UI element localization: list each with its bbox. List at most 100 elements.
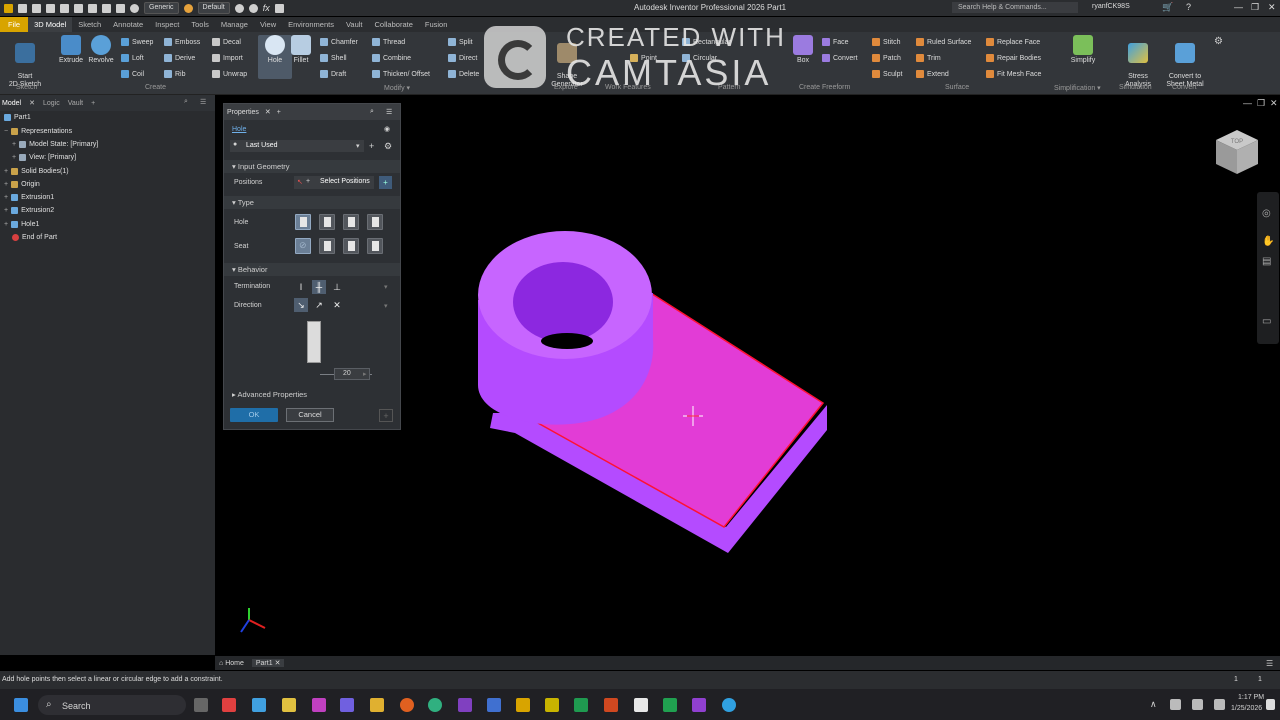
spotface-option[interactable] <box>343 238 359 254</box>
tab-manage[interactable]: Manage <box>215 17 254 32</box>
excel-icon[interactable] <box>574 698 588 712</box>
orbit-icon[interactable]: ▭ <box>1262 316 1271 327</box>
expand-icon[interactable]: + <box>4 168 8 175</box>
preset-dropdown[interactable]: ● Last Used ▾ <box>230 140 364 152</box>
tab-collaborate[interactable]: Collaborate <box>369 17 419 32</box>
convert-sheet-metal-button[interactable]: Convert to Sheet Metal <box>1163 35 1207 89</box>
properties-search-icon[interactable]: ⌕ <box>370 108 374 116</box>
simplify-button[interactable]: Simplify <box>1066 35 1100 65</box>
extrude-button[interactable]: Extrude <box>54 35 88 65</box>
section-type[interactable]: ▾ Type <box>224 196 400 209</box>
direction-default-icon[interactable]: ↘ <box>294 298 308 312</box>
close-tab-icon[interactable]: ✕ <box>275 660 281 667</box>
network-icon[interactable] <box>1214 699 1225 710</box>
section-behavior[interactable]: ▾ Behavior <box>224 263 400 276</box>
tab-view[interactable]: View <box>254 17 282 32</box>
face-button[interactable]: Face <box>822 36 849 48</box>
sculpt-button[interactable]: Sculpt <box>872 68 902 80</box>
browser-tab-logic[interactable]: Logic <box>43 100 60 107</box>
combine-button[interactable]: Combine <box>372 52 411 64</box>
notifications-icon[interactable] <box>1266 699 1275 710</box>
revolve-button[interactable]: Revolve <box>84 35 118 65</box>
taper-tapped-hole-option[interactable] <box>367 214 383 230</box>
app-icon-4[interactable] <box>312 698 326 712</box>
teams-icon[interactable] <box>340 698 354 712</box>
app-icon-10[interactable] <box>692 698 706 712</box>
ribbon-options-icon[interactable]: ⚙ <box>1214 36 1223 47</box>
visibility-eye-icon[interactable]: ◉ <box>384 125 390 133</box>
properties-add-icon[interactable]: + <box>277 109 281 116</box>
collapse-icon[interactable]: − <box>4 128 8 135</box>
inventor-logo-icon[interactable] <box>4 3 13 13</box>
tab-tools[interactable]: Tools <box>185 17 215 32</box>
thicken-offset-button[interactable]: Thicken/ Offset <box>372 68 430 80</box>
direct-button[interactable]: Direct <box>448 52 477 64</box>
extend-button[interactable]: Extend <box>916 68 949 80</box>
app-icon-1[interactable] <box>222 698 236 712</box>
firefox-icon[interactable] <box>400 698 414 712</box>
draft-button[interactable]: Draft <box>320 68 346 80</box>
derive-button[interactable]: Derive <box>164 52 195 64</box>
countersink-option[interactable] <box>367 238 383 254</box>
no-seat-option[interactable]: ⊘ <box>295 238 311 254</box>
close-x-icon[interactable] <box>130 3 139 13</box>
help-icon[interactable]: ? <box>1186 2 1191 12</box>
browser-tab-close-icon[interactable]: ✕ <box>29 99 35 107</box>
tree-extrusion1[interactable]: + Extrusion1 <box>4 194 54 201</box>
termination-distance-icon[interactable]: I <box>294 280 308 294</box>
add-preset-icon[interactable]: + <box>369 141 374 151</box>
split-button[interactable]: Split <box>448 36 473 48</box>
open-file-icon[interactable] <box>32 3 41 13</box>
trim-button[interactable]: Trim <box>916 52 941 64</box>
section-advanced-properties[interactable]: ▸ Advanced Properties <box>224 388 400 401</box>
fit-mesh-face-button[interactable]: Fit Mesh Face <box>986 68 1041 80</box>
tree-extrusion2[interactable]: + Extrusion2 <box>4 207 54 214</box>
replace-face-button[interactable]: Replace Face <box>986 36 1040 48</box>
decal-button[interactable]: Decal <box>212 36 241 48</box>
cancel-button[interactable]: Cancel <box>286 408 334 422</box>
termination-through-all-icon[interactable]: ╫ <box>312 280 326 294</box>
zoom-icon[interactable]: ▤ <box>1262 256 1271 267</box>
add-browser-tab-icon[interactable]: + <box>91 100 95 107</box>
app-icon-6[interactable] <box>487 698 501 712</box>
expand-icon[interactable]: + <box>4 181 8 188</box>
tab-vault[interactable]: Vault <box>340 17 369 32</box>
group-modify[interactable]: Modify ▾ <box>384 84 410 92</box>
part1-tab[interactable]: Part1 ✕ <box>251 659 285 667</box>
inventor-taskbar-icon[interactable] <box>516 698 530 712</box>
tab-3d-model[interactable]: 3D Model <box>28 17 73 32</box>
save-icon[interactable] <box>46 3 55 13</box>
app-icon-7[interactable] <box>545 698 559 712</box>
start-sketch-button[interactable]: Start 2D Sketch <box>8 35 42 89</box>
tab-inspect[interactable]: Inspect <box>149 17 185 32</box>
home-icon[interactable] <box>88 3 97 13</box>
app-icon-8[interactable] <box>634 698 648 712</box>
browser-menu-icon[interactable]: ☰ <box>200 98 206 106</box>
undo-icon[interactable] <box>60 3 69 13</box>
delete-face-button[interactable]: Delete <box>448 68 479 80</box>
tree-part1[interactable]: Part1 <box>4 114 31 121</box>
cart-icon[interactable]: 🛒 <box>1162 2 1173 13</box>
repair-bodies-button[interactable]: Repair Bodies <box>986 52 1041 64</box>
expand-icon[interactable]: + <box>4 194 8 201</box>
restore-icon[interactable]: ❐ <box>1251 2 1259 13</box>
simple-hole-option[interactable] <box>295 214 311 230</box>
emboss-button[interactable]: Emboss <box>164 36 200 48</box>
direction-dropdown-icon[interactable]: ▾ <box>384 302 388 310</box>
expand-icon[interactable]: + <box>4 207 8 214</box>
tab-sketch[interactable]: Sketch <box>72 17 107 32</box>
stress-analysis-button[interactable]: Stress Analysis <box>1121 35 1155 89</box>
patch-button[interactable]: Patch <box>872 52 901 64</box>
browser-search-icon[interactable]: ⌕ <box>184 98 188 106</box>
material-dropdown[interactable]: Default <box>197 2 230 14</box>
tree-view[interactable]: + View: [Primary] <box>12 154 76 161</box>
user-account[interactable]: ryanfCK98S <box>1092 3 1130 10</box>
browser-tab-model[interactable]: Model <box>2 100 21 107</box>
expand-icon[interactable]: + <box>4 221 8 228</box>
pan-icon[interactable]: ✋ <box>1262 236 1274 247</box>
app-icon-2[interactable] <box>252 698 266 712</box>
tree-end-of-part[interactable]: End of Part <box>12 234 57 241</box>
tree-representations[interactable]: − Representations <box>4 128 72 135</box>
viewcube[interactable]: TOP <box>1214 128 1260 176</box>
section-input-geometry[interactable]: ▾ Input Geometry <box>224 160 400 173</box>
